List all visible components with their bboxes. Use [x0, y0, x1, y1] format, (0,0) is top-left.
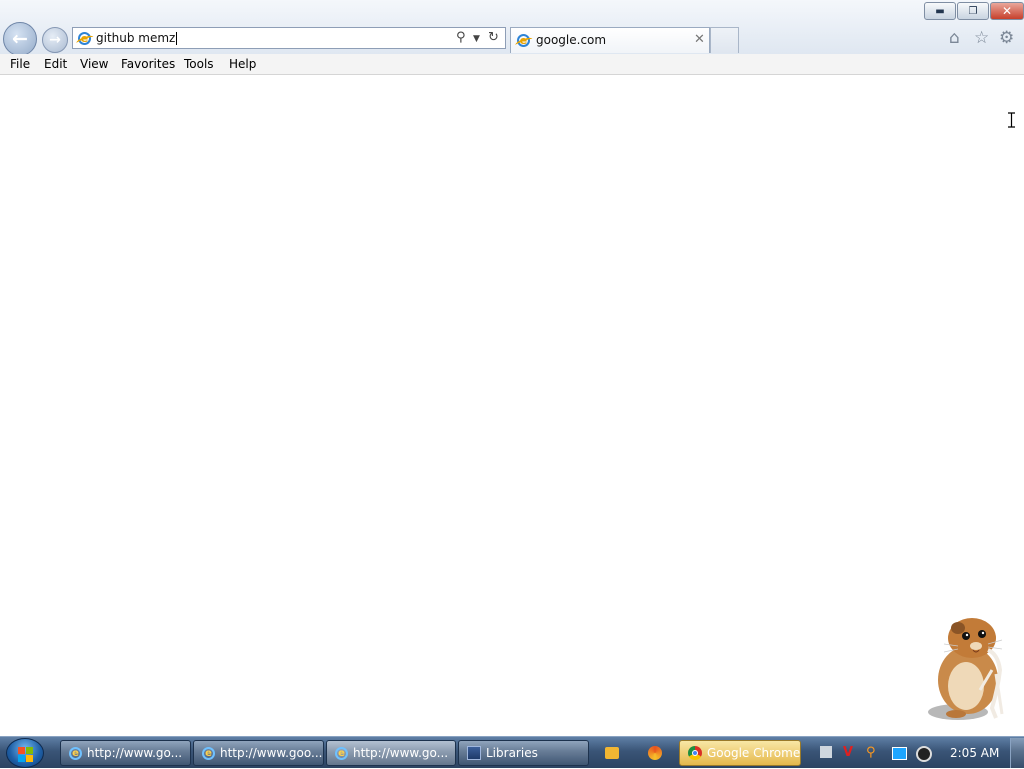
media-player-icon[interactable]	[602, 743, 622, 763]
page-content[interactable]	[0, 75, 1024, 736]
back-button[interactable]: ←	[3, 22, 37, 56]
windows-taskbar: e http://www.go... e http://www.goo... e…	[0, 736, 1024, 768]
ie-icon: e	[69, 746, 82, 760]
windows-logo-piece	[26, 747, 33, 754]
windows-logo-piece	[18, 755, 25, 762]
gear-icon[interactable]: ⚙	[999, 28, 1014, 48]
close-tab-icon[interactable]: ✕	[694, 32, 705, 47]
home-icon[interactable]: ⌂	[949, 28, 960, 48]
menu-edit[interactable]: Edit	[44, 57, 67, 71]
taskbar-item-label: http://www.goo...	[220, 746, 323, 760]
taskbar-item-label: http://www.go...	[353, 746, 449, 760]
network-icon[interactable]	[892, 747, 907, 760]
new-tab-button[interactable]	[710, 27, 739, 53]
browser-toolbar: ← → e ⚲ ▼ ↻ e google.com ✕ ▬ ❐ ✕ ⌂ ☆ ⚙	[0, 0, 1024, 56]
hamster-image	[928, 618, 1004, 720]
tab-title: google.com	[536, 33, 607, 47]
star-icon[interactable]: ☆	[974, 28, 989, 48]
ie-page-icon: e	[517, 34, 530, 47]
ie-icon: e	[335, 746, 348, 760]
minimize-icon: ▬	[935, 5, 945, 17]
menu-view[interactable]: View	[80, 57, 108, 71]
taskbar-item-libraries[interactable]: Libraries	[458, 740, 589, 766]
refresh-icon[interactable]: ↻	[488, 31, 499, 45]
restore-button[interactable]: ❐	[957, 2, 989, 20]
volume-icon[interactable]	[916, 746, 932, 762]
forward-arrow-icon: →	[49, 32, 61, 48]
antivirus-icon[interactable]: V	[843, 745, 853, 760]
restore-icon: ❐	[968, 5, 978, 17]
address-bar[interactable]: e ⚲ ▼ ↻	[72, 27, 506, 49]
windows-logo-icon	[18, 747, 25, 754]
clock[interactable]: 2:05 AM	[950, 746, 999, 760]
address-input[interactable]	[96, 30, 446, 46]
chevron-down-icon[interactable]: ▼	[473, 32, 480, 46]
text-cursor-icon	[1008, 112, 1015, 128]
chrome-icon	[688, 746, 702, 760]
back-arrow-icon: ←	[12, 28, 28, 50]
menu-help[interactable]: Help	[229, 57, 256, 71]
ie-page-icon: e	[78, 32, 91, 45]
taskbar-item-ie-2[interactable]: e http://www.goo...	[193, 740, 324, 766]
menu-file[interactable]: File	[10, 57, 30, 71]
tab-google[interactable]: e google.com ✕	[510, 27, 710, 53]
minimize-button[interactable]: ▬	[924, 2, 956, 20]
search-tray-icon[interactable]: ⚲	[866, 745, 876, 760]
close-icon: ✕	[1001, 4, 1013, 18]
taskbar-item-chrome[interactable]: Google Chrome	[679, 740, 801, 766]
tray-app-icon[interactable]	[820, 746, 832, 758]
text-caret	[176, 32, 178, 45]
ie-icon: e	[202, 746, 215, 760]
taskbar-item-label: Google Chrome	[707, 746, 801, 760]
close-button[interactable]: ✕	[990, 2, 1024, 20]
menu-bar: File Edit View Favorites Tools Help	[0, 54, 1024, 75]
menu-tools[interactable]: Tools	[184, 57, 214, 71]
forward-button[interactable]: →	[42, 27, 68, 53]
search-icon[interactable]: ⚲	[456, 31, 466, 45]
menu-favorites[interactable]: Favorites	[121, 57, 175, 71]
taskbar-item-ie-3[interactable]: e http://www.go...	[326, 740, 456, 766]
show-desktop-button[interactable]	[1010, 738, 1024, 768]
start-button[interactable]	[6, 738, 44, 768]
taskbar-item-ie-1[interactable]: e http://www.go...	[60, 740, 191, 766]
taskbar-item-label: http://www.go...	[87, 746, 183, 760]
paint-icon[interactable]	[645, 743, 665, 763]
libraries-icon	[467, 746, 481, 760]
taskbar-item-label: Libraries	[486, 746, 538, 760]
windows-logo-piece	[26, 755, 33, 762]
